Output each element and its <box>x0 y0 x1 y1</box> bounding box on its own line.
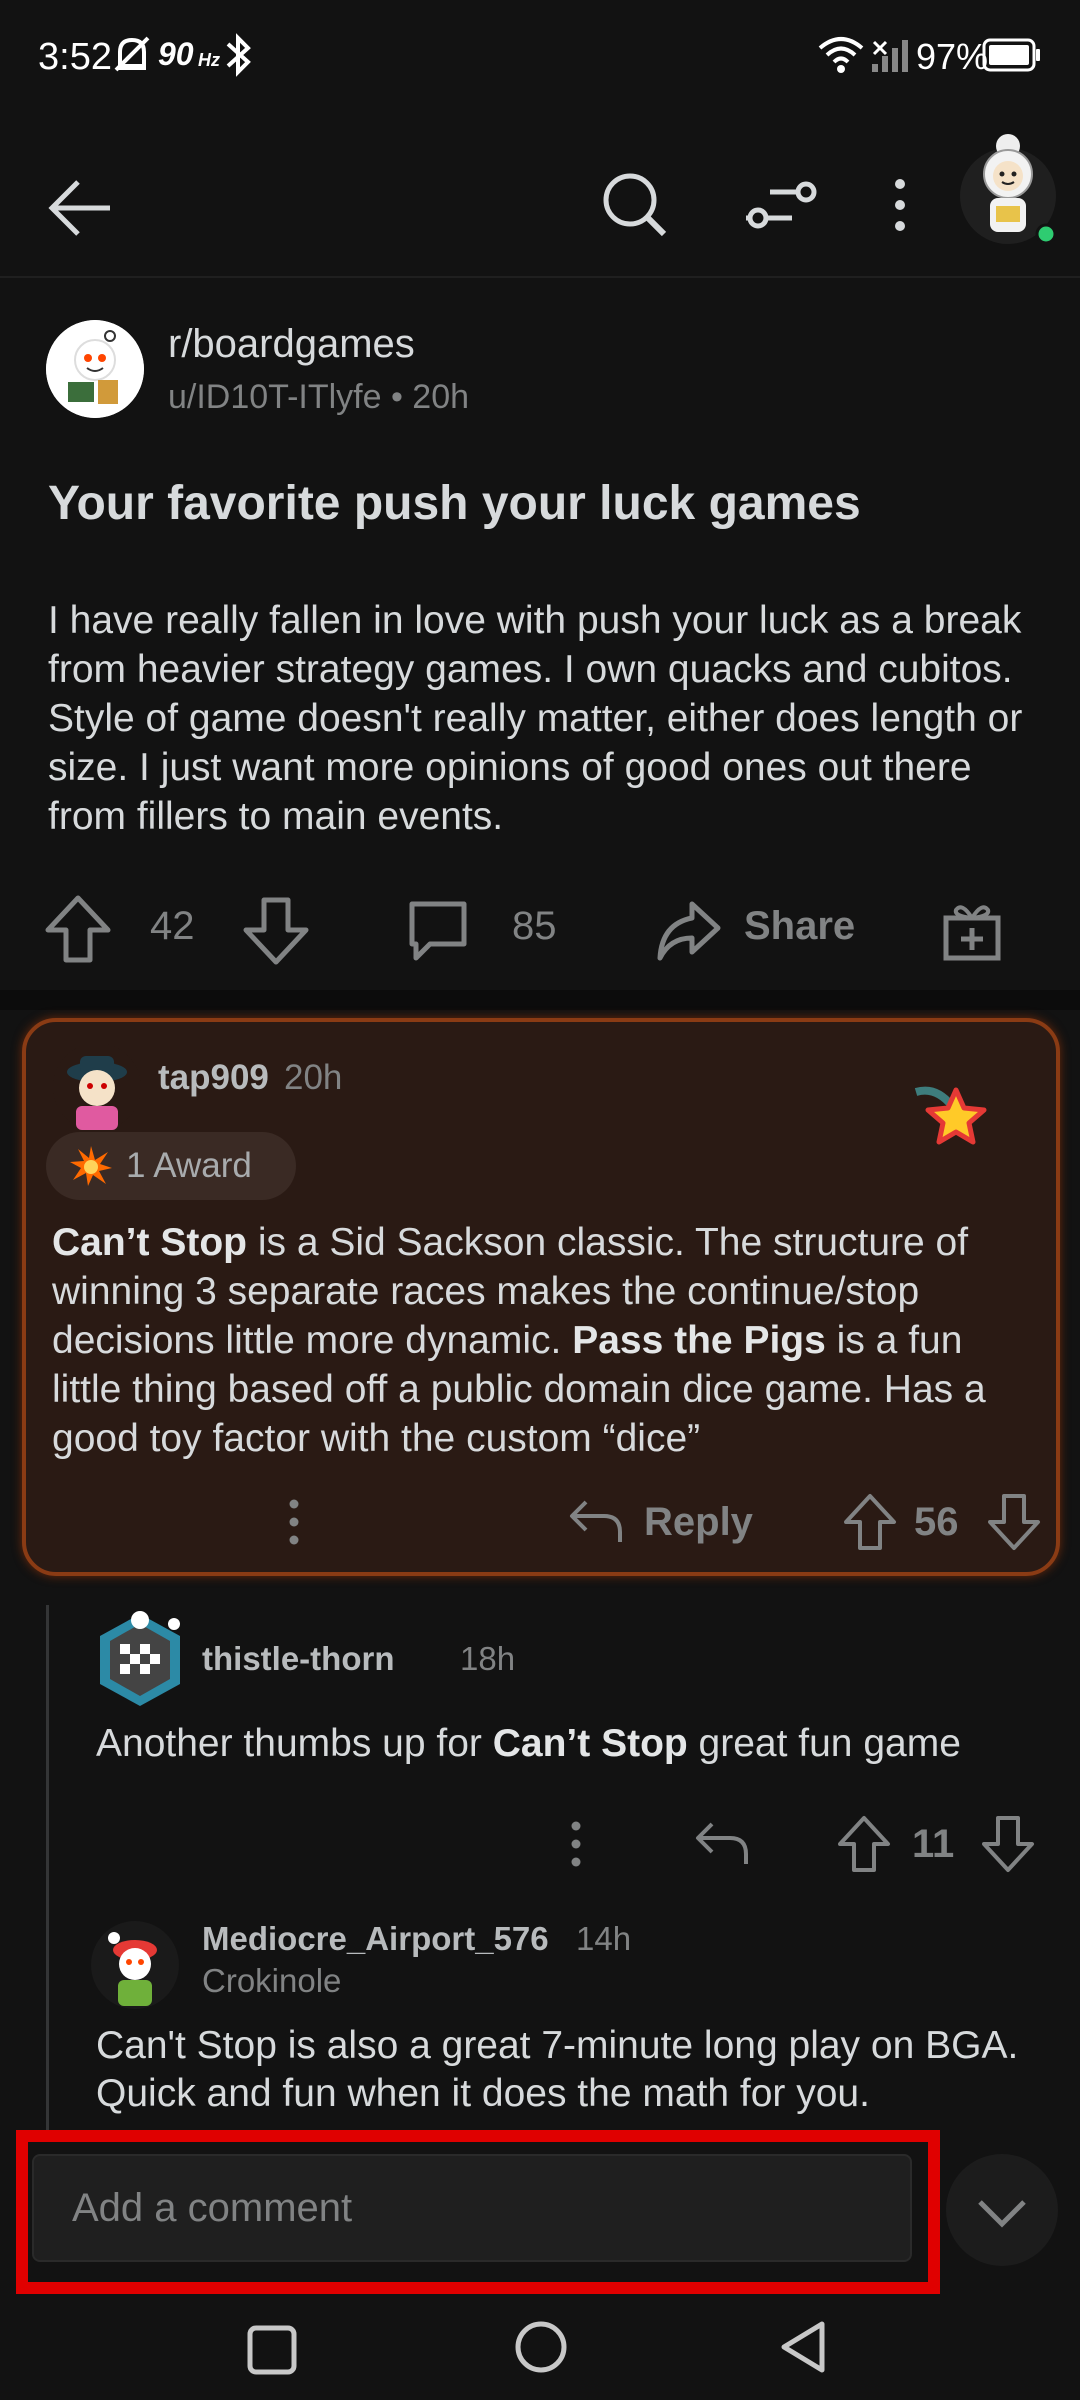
reply-icon[interactable] <box>566 1494 626 1550</box>
reply-icon[interactable] <box>692 1816 752 1872</box>
chevron-down-icon <box>978 2200 1026 2228</box>
comment-text: great fun game <box>687 1722 961 1765</box>
comment-body: Can’t Stop is a Sid Sackson classic. The… <box>52 1218 1042 1463</box>
game-name-cant-stop: Can’t Stop <box>492 1722 688 1765</box>
comment-time: 18h <box>460 1640 516 1677</box>
game-name-pass-the-pigs: Pass the Pigs <box>572 1319 826 1362</box>
downvote-icon[interactable] <box>240 892 312 968</box>
post-author-meta[interactable]: u/ID10T-ITlyfe • 20h <box>168 378 469 417</box>
comment-author[interactable]: tap909 <box>158 1058 269 1098</box>
subreddit-icon[interactable] <box>46 320 144 418</box>
back-arrow-icon[interactable] <box>40 168 120 248</box>
post-title: Your favorite push your luck games <box>48 477 861 530</box>
upvote-icon[interactable] <box>42 892 114 968</box>
recents-square-icon[interactable] <box>244 2322 300 2378</box>
post-action-bar: 42 85 Share <box>0 880 1080 980</box>
comment-time: 20h <box>284 1058 343 1097</box>
muted-bell-icon <box>114 36 150 72</box>
collapse-button[interactable] <box>946 2154 1058 2266</box>
upvote-icon[interactable] <box>842 1492 898 1552</box>
signal-icon <box>872 40 908 72</box>
comment-author-avatar[interactable] <box>90 1920 180 2010</box>
refresh-rate: 90 <box>158 36 194 72</box>
share-icon[interactable] <box>652 894 724 966</box>
more-options-icon[interactable] <box>556 1814 596 1874</box>
comment-body: Can't Stop is also a great 7-minute long… <box>96 2024 1019 2115</box>
game-name-cant-stop: Can’t Stop <box>52 1221 247 1264</box>
home-circle-icon[interactable] <box>512 2318 570 2376</box>
downvote-icon[interactable] <box>986 1492 1042 1552</box>
more-options-icon[interactable] <box>274 1492 314 1552</box>
search-icon[interactable] <box>590 160 680 250</box>
subreddit-name[interactable]: r/boardgames <box>168 322 415 367</box>
comment-body: Another thumbs up for Can’t Stop great f… <box>96 1722 1056 1766</box>
status-time: 3:52 <box>38 36 112 78</box>
refresh-rate-unit: Hz <box>198 50 220 70</box>
comment-composer-bar <box>0 2130 1080 2300</box>
battery-percent: 97% <box>916 36 989 77</box>
comment-text: Another thumbs up for <box>96 1722 493 1765</box>
award-badge[interactable]: 1 Award <box>46 1132 296 1200</box>
back-triangle-icon[interactable] <box>776 2318 832 2376</box>
highlighted-comment[interactable]: tap909 20h 1 Award Can’t Stop is a Sid S… <box>22 1018 1060 1576</box>
comment-author-avatar[interactable] <box>52 1042 142 1132</box>
sort-filter-icon[interactable] <box>736 160 826 250</box>
more-options-icon[interactable] <box>862 160 938 250</box>
comment-action-bar: Reply 56 <box>26 1482 1064 1562</box>
upvote-icon[interactable] <box>836 1814 892 1874</box>
top-nav-bar <box>0 110 1080 278</box>
share-button[interactable]: Share <box>744 904 855 949</box>
reply-button[interactable]: Reply <box>644 1500 753 1545</box>
wifi-icon <box>818 37 864 73</box>
section-divider <box>0 990 1080 1010</box>
comment-score: 11 <box>912 1822 955 1866</box>
star-award-icon <box>914 1086 987 1145</box>
award-burst-icon <box>70 1146 112 1186</box>
battery-icon <box>982 38 1040 72</box>
comment-count[interactable]: 85 <box>512 904 557 949</box>
thread-line[interactable] <box>46 1605 49 2135</box>
bluetooth-icon <box>226 33 251 77</box>
system-nav-bar <box>0 2300 1080 2400</box>
post-score: 42 <box>150 904 195 948</box>
status-bar: 3:52 90 Hz 97% <box>0 0 1080 110</box>
add-comment-input[interactable] <box>32 2154 912 2262</box>
downvote-icon[interactable] <box>980 1814 1036 1874</box>
user-flair: Crokinole <box>202 1962 342 1999</box>
reply-comment[interactable]: thistle-thorn 18h Another thumbs up for … <box>60 1600 1080 1880</box>
user-avatar[interactable] <box>958 116 1060 246</box>
award-count-label: 1 Award <box>126 1146 252 1185</box>
comment-action-bar: 11 <box>60 1804 1080 1884</box>
comment-time: 14h <box>576 1920 632 1957</box>
gift-award-icon[interactable] <box>936 894 1008 966</box>
comment-score: 56 <box>914 1500 959 1544</box>
comment-author[interactable]: thistle-thorn <box>202 1640 394 1678</box>
reply-comment[interactable]: Mediocre_Airport_576 14h Crokinole Can't… <box>60 1910 1080 2130</box>
post-body: I have really fallen in love with push y… <box>48 599 1023 838</box>
comments-icon[interactable] <box>402 894 474 966</box>
comment-author-avatar[interactable] <box>90 1608 190 1712</box>
comment-author[interactable]: Mediocre_Airport_576 <box>202 1920 549 1958</box>
